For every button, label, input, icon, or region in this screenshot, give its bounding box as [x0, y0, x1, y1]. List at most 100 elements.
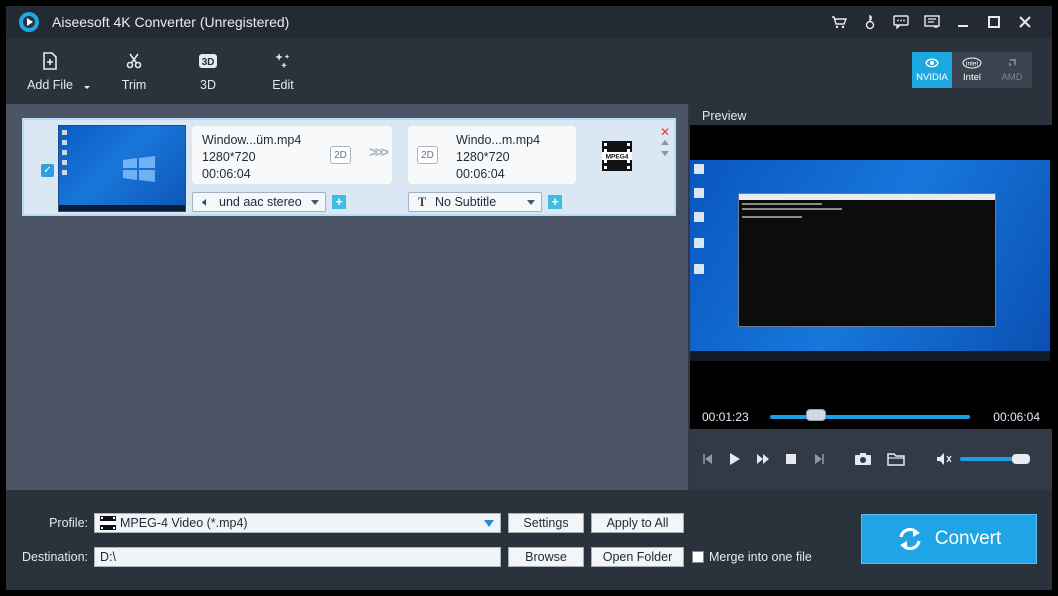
file-select-checkbox[interactable]: ✓ — [41, 164, 54, 177]
skip-forward-icon[interactable] — [811, 451, 827, 467]
speaker-icon: 🔈︎ — [202, 194, 210, 209]
feedback-icon[interactable] — [887, 10, 914, 34]
key-icon[interactable] — [856, 10, 883, 34]
apply-to-all-button[interactable]: Apply to All — [591, 513, 684, 533]
title-bar: Aiseesoft 4K Converter (Unregistered) — [6, 6, 1052, 38]
amd-logo-icon — [1009, 59, 1016, 66]
add-file-dropdown-icon[interactable] — [82, 82, 92, 92]
preview-panel: Preview 00:01:23 00:06:04 — [690, 104, 1052, 490]
intel-logo-icon: intel — [962, 57, 982, 69]
source-2d-badge: 2D — [330, 146, 351, 164]
app-logo-icon — [19, 12, 39, 32]
move-down-icon[interactable] — [661, 151, 669, 156]
fast-forward-icon[interactable] — [755, 451, 771, 467]
convert-arrows-icon: >>> — [369, 144, 389, 161]
chevron-down-icon — [311, 199, 319, 205]
nvidia-label: NVIDIA — [916, 72, 948, 83]
volume-slider[interactable] — [960, 457, 1020, 461]
volume-handle[interactable] — [1012, 454, 1030, 464]
remove-item-icon[interactable]: ✕ — [660, 125, 670, 139]
source-filename: Window...üm.mp4 — [202, 133, 302, 147]
add-subtitle-button[interactable]: + — [548, 195, 562, 209]
window-title: Aiseesoft 4K Converter (Unregistered) — [52, 14, 290, 30]
current-time: 00:01:23 — [702, 410, 749, 424]
video-frame — [690, 160, 1050, 361]
app-window: Aiseesoft 4K Converter (Unregistered) Ad… — [6, 6, 1052, 590]
playback-controls — [690, 429, 1052, 490]
output-duration: 00:06:04 — [456, 167, 505, 181]
play-icon[interactable] — [727, 451, 743, 467]
toolbar: Add File Trim 3D 3D Edit NVIDIA intel In… — [6, 38, 1052, 104]
3d-button[interactable]: 3D 3D — [180, 38, 236, 104]
output-resolution: 1280*720 — [456, 150, 510, 164]
profile-select[interactable]: MPEG-4 Video (*.mp4) — [94, 513, 501, 533]
skip-back-icon[interactable] — [700, 451, 716, 467]
file-list-item[interactable]: ✓ Window...üm.mp4 1280*720 00:06:04 2D >… — [22, 118, 676, 216]
preview-label: Preview — [702, 109, 747, 123]
volume-icon[interactable] — [935, 451, 953, 467]
convert-refresh-icon — [899, 527, 921, 551]
camera-snapshot-icon[interactable] — [853, 451, 873, 467]
destination-field[interactable]: D:\ — [94, 547, 501, 567]
settings-button[interactable]: Settings — [508, 513, 584, 533]
intel-label: Intel — [963, 72, 981, 83]
profile-label: Profile: — [49, 516, 88, 530]
seek-bar[interactable] — [770, 415, 970, 419]
convert-button[interactable]: Convert — [861, 514, 1037, 564]
mpeg4-format-icon — [100, 516, 116, 530]
trim-button[interactable]: Trim — [106, 38, 162, 104]
output-filename: Windo...m.mp4 — [456, 133, 541, 147]
scissors-icon — [126, 50, 142, 72]
cart-icon[interactable] — [825, 10, 852, 34]
add-audio-track-button[interactable]: + — [332, 195, 346, 209]
source-duration: 00:06:04 — [202, 167, 251, 181]
edit-button[interactable]: Edit — [255, 38, 311, 104]
gpu-nvidia-button[interactable]: NVIDIA — [912, 52, 952, 88]
browse-button[interactable]: Browse — [508, 547, 584, 567]
menu-icon[interactable] — [918, 10, 945, 34]
source-resolution: 1280*720 — [202, 150, 256, 164]
destination-label: Destination: — [21, 550, 88, 564]
source-info-box: Window...üm.mp4 1280*720 00:06:04 — [192, 126, 392, 184]
audio-track-value: und aac stereo — [219, 195, 302, 209]
edit-label: Edit — [272, 78, 294, 92]
close-icon[interactable] — [1011, 10, 1038, 34]
profile-value: MPEG-4 Video (*.mp4) — [120, 516, 248, 530]
trim-label: Trim — [121, 78, 147, 92]
folder-icon[interactable] — [886, 451, 906, 467]
add-file-icon — [42, 50, 58, 72]
amd-label: AMD — [1001, 72, 1023, 83]
subtitle-dropdown[interactable]: T No Subtitle — [408, 192, 542, 212]
stop-icon[interactable] — [783, 451, 799, 467]
text-t-icon: T — [417, 194, 427, 209]
chevron-down-icon — [484, 520, 494, 527]
svg-text:MPEG4: MPEG4 — [606, 154, 629, 161]
add-file-button[interactable]: Add File — [20, 38, 80, 104]
nvidia-logo-icon — [925, 58, 939, 68]
merge-label: Merge into one file — [709, 550, 812, 564]
3d-label: 3D — [200, 78, 216, 92]
sparkle-edit-icon — [274, 50, 292, 72]
audio-track-dropdown[interactable]: 🔈︎ und aac stereo — [192, 192, 326, 212]
svg-text:3D: 3D — [202, 57, 215, 68]
maximize-icon[interactable] — [980, 10, 1007, 34]
svg-text:intel: intel — [966, 61, 978, 68]
convert-label: Convert — [934, 528, 1002, 549]
minimize-icon[interactable] — [949, 10, 976, 34]
gpu-intel-button[interactable]: intel Intel — [952, 52, 992, 88]
bottom-panel: Profile: MPEG-4 Video (*.mp4) Settings A… — [6, 490, 1052, 590]
video-preview[interactable] — [690, 125, 1052, 429]
open-folder-button[interactable]: Open Folder — [591, 547, 684, 567]
video-thumbnail[interactable] — [58, 125, 186, 212]
mpeg4-format-icon[interactable]: MPEG4 — [601, 140, 633, 172]
output-2d-badge: 2D — [417, 146, 438, 164]
subtitle-value: No Subtitle — [435, 195, 497, 209]
gpu-amd-button[interactable]: AMD — [992, 52, 1032, 88]
move-up-icon[interactable] — [661, 140, 669, 145]
seek-handle[interactable] — [806, 409, 826, 421]
chevron-down-icon — [527, 199, 535, 205]
total-time: 00:06:04 — [993, 410, 1040, 424]
file-list: ✓ Window...üm.mp4 1280*720 00:06:04 2D >… — [6, 104, 688, 490]
merge-checkbox[interactable] — [692, 551, 704, 563]
3d-icon: 3D — [198, 50, 218, 72]
